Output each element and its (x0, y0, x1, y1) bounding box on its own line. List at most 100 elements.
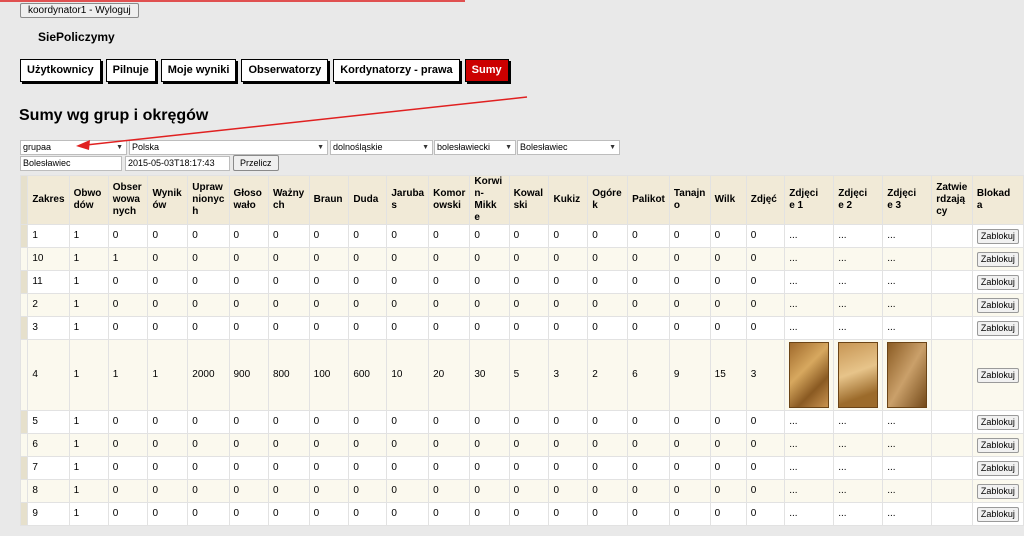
column-header[interactable]: Wynik ów (147, 175, 189, 225)
table-cell: 0 (627, 224, 670, 248)
row-grip[interactable] (19, 339, 29, 411)
table-cell: 1 (68, 316, 109, 340)
photo-thumbnail[interactable] (789, 342, 830, 408)
table-cell: 0 (587, 293, 629, 317)
photo-cell: ... (882, 410, 933, 434)
lock-button[interactable]: Zablokuj (976, 414, 1019, 430)
column-header[interactable]: Zatwie rdzają cy (931, 175, 973, 225)
row-grip[interactable] (19, 247, 29, 271)
table-cell: 0 (107, 270, 149, 294)
column-header[interactable]: Kowal ski (508, 175, 550, 225)
lock-button[interactable]: Zablokuj (976, 274, 1019, 290)
lock-button[interactable]: Zablokuj (976, 367, 1019, 383)
table-cell: 0 (548, 247, 589, 271)
column-header[interactable]: Zdjęci e 3 (882, 175, 933, 225)
nav-button-pilnuje[interactable]: Pilnuje (105, 59, 156, 82)
column-header[interactable]: Komor owski (428, 175, 471, 225)
row-grip[interactable] (19, 433, 29, 457)
photo-cell[interactable] (784, 339, 835, 411)
county-select[interactable]: bolesławiecki ▼ (434, 140, 516, 155)
row-grip[interactable] (19, 224, 29, 248)
chevron-down-icon: ▼ (422, 144, 429, 151)
table-cell: 6 (627, 339, 670, 411)
column-header[interactable]: Korwi n-Mikk e (469, 175, 510, 225)
lock-button[interactable]: Zablokuj (976, 460, 1019, 476)
row-grip[interactable] (19, 410, 29, 434)
column-header[interactable]: Ważny ch (267, 175, 310, 225)
column-header[interactable]: Duda (348, 175, 388, 225)
nav-button-kordynatorzy-prawa[interactable]: Kordynatorzy - prawa (333, 59, 460, 82)
country-select[interactable]: Polska ▼ (129, 140, 328, 155)
municipality-select[interactable]: Bolesławiec ▼ (517, 140, 620, 155)
table-cell: 0 (469, 247, 510, 271)
table-cell: 0 (508, 410, 550, 434)
logout-button[interactable]: koordynator1 - Wyloguj (20, 3, 139, 18)
lock-button[interactable]: Zablokuj (976, 506, 1019, 522)
cell-approver (931, 247, 973, 271)
column-header[interactable]: Zdjęć (745, 175, 786, 225)
photo-cell: ... (882, 316, 933, 340)
row-grip[interactable] (19, 502, 29, 526)
cell-zakres: 7 (27, 456, 70, 480)
table-cell: 1 (68, 456, 109, 480)
column-header[interactable]: Jaruba s (386, 175, 430, 225)
table-cell: 0 (147, 433, 189, 457)
column-header[interactable]: Wilk (709, 175, 747, 225)
table-cell: 1 (68, 410, 109, 434)
nav-button-moje-wyniki[interactable]: Moje wyniki (160, 59, 237, 82)
nav-button-sumy[interactable]: Sumy (464, 59, 509, 82)
lock-button[interactable]: Zablokuj (976, 297, 1019, 313)
photo-thumbnail[interactable] (887, 342, 928, 408)
table-cell: 0 (428, 479, 471, 503)
table-cell: 20 (428, 339, 471, 411)
table-cell: 0 (668, 410, 711, 434)
photo-thumbnail[interactable] (838, 342, 879, 408)
table-cell: 0 (469, 456, 510, 480)
datetime-input[interactable]: 2015-05-03T18:17:43 (125, 156, 230, 171)
row-grip[interactable] (19, 293, 29, 317)
column-header[interactable]: Obwo dów (68, 175, 109, 225)
place-input[interactable]: Bolesławiec (20, 156, 122, 171)
table-cell: 0 (469, 433, 510, 457)
row-grip[interactable] (19, 316, 29, 340)
table-cell: 0 (147, 293, 189, 317)
column-header[interactable]: Braun (308, 175, 350, 225)
table-cell: 0 (147, 270, 189, 294)
row-grip[interactable] (19, 270, 29, 294)
site-name: SiePoliczymy (38, 30, 115, 44)
column-header[interactable]: Zdjęci e 2 (833, 175, 884, 225)
column-header[interactable]: Palikot (627, 175, 670, 225)
lock-button[interactable]: Zablokuj (976, 437, 1019, 453)
table-row: 8 1 0 0 0 0 0 0 0 0 0 0 0 0 0 0 0 0 0......... Zablokuj (19, 479, 1024, 503)
column-header[interactable]: Kukiz (548, 175, 589, 225)
photo-cell: ... (784, 293, 835, 317)
table-row: 1 1 0 0 0 0 0 0 0 0 0 0 0 0 0 0 0 0 0......... Zablokuj (19, 224, 1024, 248)
column-header[interactable]: Zdjęci e 1 (784, 175, 835, 225)
photo-cell[interactable] (882, 339, 933, 411)
column-header[interactable]: Obser wowa nych (107, 175, 149, 225)
lock-button[interactable]: Zablokuj (976, 483, 1019, 499)
table-cell: 0 (668, 316, 711, 340)
table-cell: 0 (508, 224, 550, 248)
table-cell: 0 (508, 247, 550, 271)
recalc-button[interactable]: Przelicz (233, 155, 279, 171)
column-header[interactable]: Blokad a (971, 175, 1024, 225)
column-header[interactable]: Głoso wało (228, 175, 269, 225)
column-header[interactable]: Tanajn o (668, 175, 711, 225)
voivodeship-select[interactable]: dolnośląskie ▼ (330, 140, 433, 155)
lock-button[interactable]: Zablokuj (976, 320, 1019, 336)
photo-cell[interactable] (833, 339, 884, 411)
lock-button[interactable]: Zablokuj (976, 251, 1019, 267)
row-grip[interactable] (19, 479, 29, 503)
column-header[interactable]: Ogóre k (587, 175, 629, 225)
column-header[interactable]: Zakres (27, 175, 70, 225)
table-cell: 0 (508, 502, 550, 526)
column-header[interactable]: Upraw nionyc h (187, 175, 230, 225)
group-select[interactable]: grupaa ▼ (20, 140, 127, 155)
photo-cell: ... (833, 456, 884, 480)
lock-button[interactable]: Zablokuj (976, 228, 1019, 244)
cell-zakres: 9 (27, 502, 70, 526)
nav-button-użytkownicy[interactable]: Użytkownicy (20, 59, 101, 82)
row-grip[interactable] (19, 456, 29, 480)
nav-button-obserwatorzy[interactable]: Obserwatorzy (241, 59, 329, 82)
